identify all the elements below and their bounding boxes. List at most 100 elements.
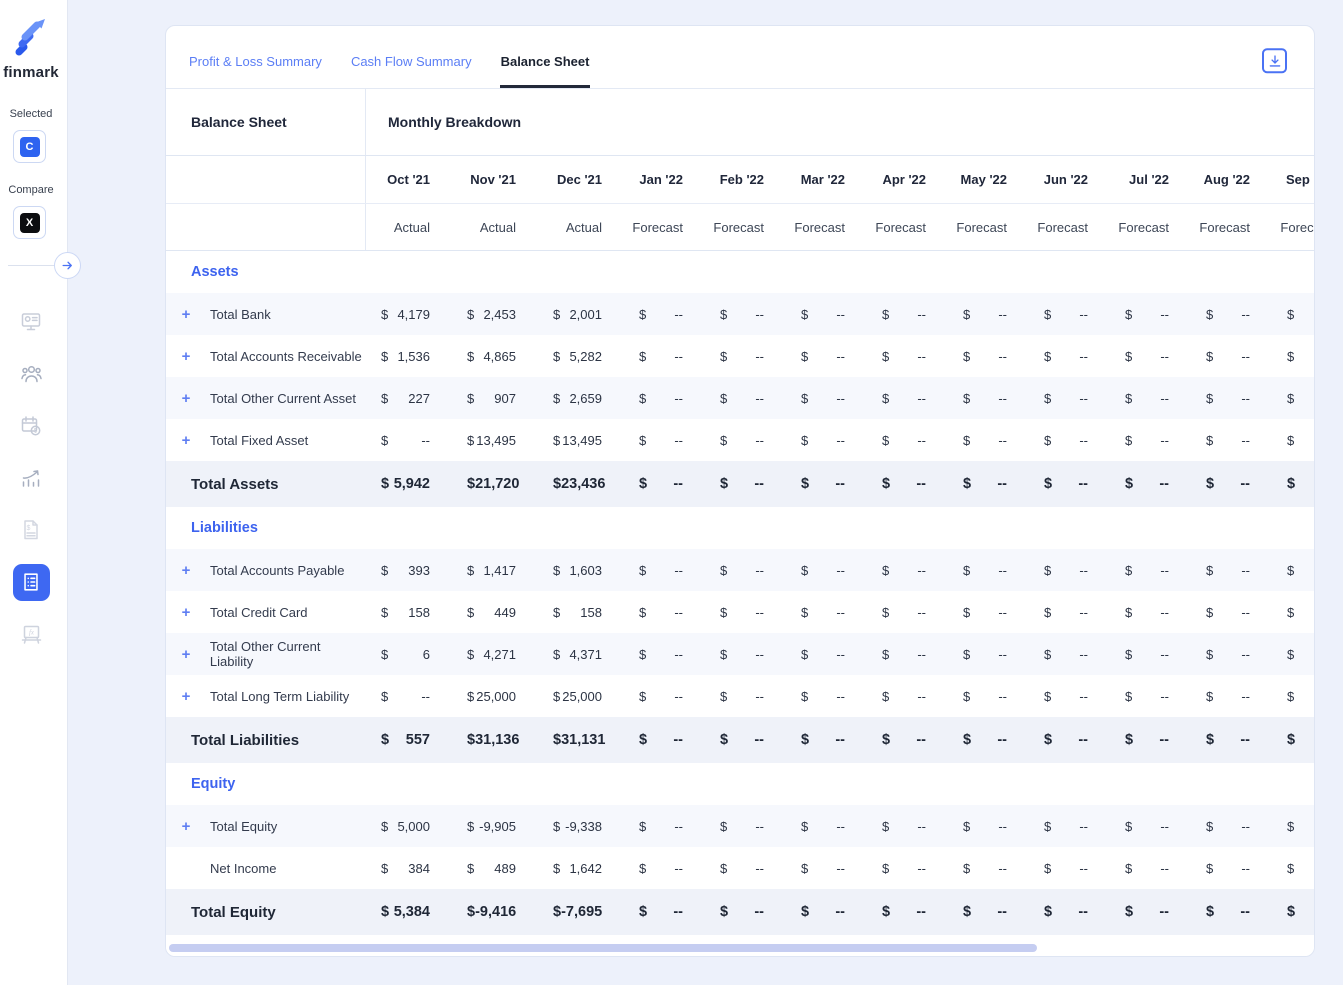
currency-symbol: $ bbox=[639, 647, 646, 662]
cell-amount: -- bbox=[916, 476, 926, 492]
currency-symbol: $ bbox=[553, 391, 560, 406]
cell-amount: -- bbox=[755, 605, 764, 620]
expand-plus-icon[interactable]: + bbox=[180, 306, 192, 323]
total-row-label: Total Assets bbox=[166, 461, 366, 507]
tab-profit-loss-summary[interactable]: Profit & Loss Summary bbox=[188, 26, 323, 88]
currency-symbol: $ bbox=[467, 476, 475, 492]
svg-text:$: $ bbox=[27, 525, 31, 532]
cell-amount: 4,271 bbox=[483, 647, 516, 662]
value-cell: $-- bbox=[867, 549, 948, 591]
download-button[interactable] bbox=[1262, 48, 1287, 73]
cell-amount: -- bbox=[835, 732, 845, 748]
currency-symbol: $ bbox=[720, 647, 727, 662]
sidebar-item-reports[interactable] bbox=[0, 556, 62, 608]
cell-amount: -- bbox=[674, 391, 683, 406]
compare-scenario-button[interactable]: X bbox=[13, 206, 46, 239]
tab-cash-flow-summary[interactable]: Cash Flow Summary bbox=[350, 26, 473, 88]
value-cell: $-- bbox=[624, 805, 705, 847]
cell-amount: 5,000 bbox=[397, 819, 430, 834]
currency-symbol: $ bbox=[1044, 563, 1051, 578]
currency-symbol: $ bbox=[801, 391, 808, 406]
value-cell: $-- bbox=[624, 293, 705, 335]
table-row: +Total Accounts Receivable$1,536$4,865$5… bbox=[166, 335, 1314, 377]
value-cell: $-- bbox=[705, 335, 786, 377]
currency-symbol: $ bbox=[1125, 605, 1132, 620]
value-cell: $-- bbox=[948, 675, 1029, 717]
value-cell: $-- bbox=[948, 377, 1029, 419]
sidebar-item-dashboard[interactable] bbox=[0, 296, 62, 348]
cell-amount: -- bbox=[835, 904, 845, 920]
expand-plus-icon[interactable]: + bbox=[180, 432, 192, 449]
value-cell: $-- bbox=[624, 675, 705, 717]
value-cell: $-- bbox=[1110, 805, 1191, 847]
currency-symbol: $ bbox=[1044, 689, 1051, 704]
sidebar: finmark Selected C Compare X $$fx bbox=[0, 0, 68, 985]
currency-symbol: $ bbox=[381, 563, 388, 578]
table-row: +Total Long Term Liability$--$25,000$25,… bbox=[166, 675, 1314, 717]
currency-symbol: $ bbox=[1206, 391, 1213, 406]
selected-scenario-button[interactable]: C bbox=[13, 130, 46, 163]
value-cell: $4,865 bbox=[452, 335, 538, 377]
cell-amount: -- bbox=[1241, 433, 1250, 448]
currency-symbol: $ bbox=[639, 732, 647, 748]
value-cell: $-- bbox=[1110, 591, 1191, 633]
expand-plus-icon[interactable]: + bbox=[180, 348, 192, 365]
row-label-cell: + Total Bank bbox=[166, 293, 366, 335]
currency-symbol: $ bbox=[1287, 307, 1294, 322]
value-cell: $-- bbox=[786, 377, 867, 419]
currency-symbol: $ bbox=[381, 391, 388, 406]
cell-amount: -- bbox=[673, 476, 683, 492]
currency-symbol: $ bbox=[553, 861, 560, 876]
expand-plus-icon[interactable]: + bbox=[180, 562, 192, 579]
currency-symbol: $ bbox=[882, 819, 889, 834]
value-cell: $-- bbox=[1029, 591, 1110, 633]
currency-symbol: $ bbox=[720, 819, 727, 834]
value-cell: $-- bbox=[786, 293, 867, 335]
horizontal-scrollbar-thumb[interactable] bbox=[169, 944, 1037, 952]
currency-symbol: $ bbox=[801, 307, 808, 322]
sidebar-item-team[interactable] bbox=[0, 348, 62, 400]
expand-plus-icon[interactable]: + bbox=[180, 818, 192, 835]
sidebar-item-formulas-board[interactable]: fx bbox=[0, 608, 62, 660]
value-cell: $-- bbox=[1191, 675, 1272, 717]
currency-symbol: $ bbox=[720, 563, 727, 578]
value-cell: $-- bbox=[624, 377, 705, 419]
row-label: Total Bank bbox=[210, 307, 271, 322]
expand-plus-icon[interactable]: + bbox=[180, 604, 192, 621]
cell-amount: -- bbox=[997, 476, 1007, 492]
sidebar-item-invoice[interactable]: $ bbox=[0, 504, 62, 556]
column-type-label: Forecast bbox=[867, 204, 948, 250]
sidebar-item-payroll-calendar[interactable]: $ bbox=[0, 400, 62, 452]
currency-symbol: $ bbox=[467, 433, 474, 448]
currency-symbol: $ bbox=[1044, 391, 1051, 406]
expand-plus-icon[interactable]: + bbox=[180, 688, 192, 705]
currency-symbol: $ bbox=[467, 391, 474, 406]
expand-plus-icon[interactable]: + bbox=[180, 390, 192, 407]
value-cell: $-- bbox=[1029, 377, 1110, 419]
main-content: Profit & Loss Summary Cash Flow Summary Ba… bbox=[68, 0, 1343, 985]
value-cell: $-- bbox=[867, 293, 948, 335]
month-header-row: Oct '21Nov '21Dec '21Jan '22Feb '22Mar '… bbox=[166, 156, 1314, 204]
cell-amount: -- bbox=[674, 307, 683, 322]
value-cell: $2,453 bbox=[452, 293, 538, 335]
currency-symbol: $ bbox=[1206, 904, 1214, 920]
currency-symbol: $ bbox=[801, 904, 809, 920]
value-cell: $13,495 bbox=[452, 419, 538, 461]
cell-amount: -- bbox=[836, 605, 845, 620]
expand-plus-icon[interactable]: + bbox=[180, 646, 192, 663]
sidebar-expand-button[interactable] bbox=[54, 252, 81, 279]
cell-amount: -- bbox=[755, 647, 764, 662]
cell-amount: 907 bbox=[494, 391, 516, 406]
tab-balance-sheet[interactable]: Balance Sheet bbox=[500, 26, 591, 88]
cell-amount: -- bbox=[1079, 433, 1088, 448]
value-cell: $-- bbox=[1272, 633, 1315, 675]
currency-symbol: $ bbox=[801, 861, 808, 876]
cell-amount: -7,695 bbox=[561, 904, 602, 920]
value-cell: $-- bbox=[1110, 335, 1191, 377]
value-cell: $-- bbox=[1029, 633, 1110, 675]
value-cell: $-- bbox=[786, 847, 867, 889]
row-label-cell: +Total Equity bbox=[166, 805, 366, 847]
cell-amount: -- bbox=[998, 647, 1007, 662]
sidebar-item-metrics-chart[interactable] bbox=[0, 452, 62, 504]
cell-amount: -- bbox=[1160, 647, 1169, 662]
